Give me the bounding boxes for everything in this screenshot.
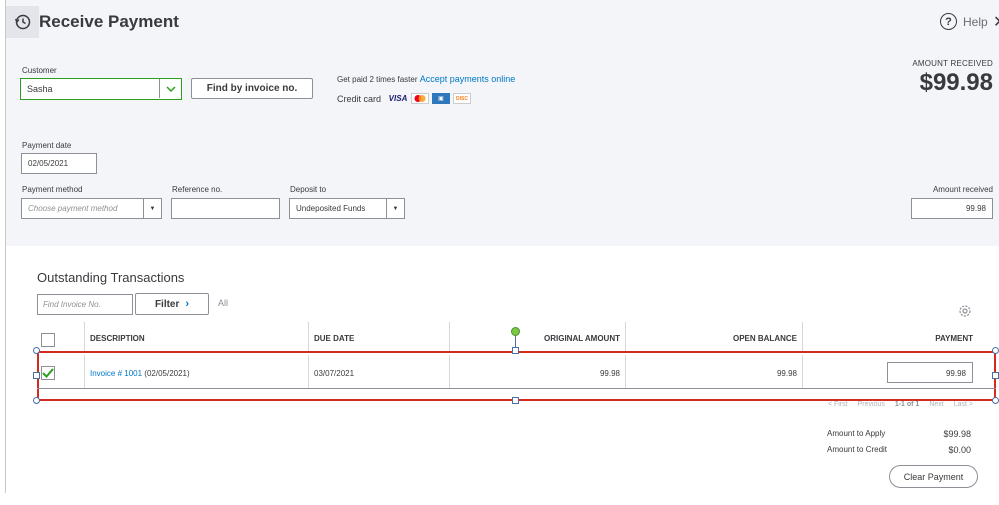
pager-first[interactable]: < First <box>828 401 848 408</box>
payment-date-label: Payment date <box>22 141 72 150</box>
customer-value: Sasha <box>27 84 53 94</box>
column-divider <box>84 322 85 353</box>
resize-handle[interactable] <box>992 397 999 404</box>
mastercard-icon <box>411 93 430 104</box>
credit-card-label: Credit card <box>337 93 382 104</box>
table-row-description: Invoice # 1001 (02/05/2021) <box>90 369 190 378</box>
promo-label: Get paid 2 times faster <box>337 75 418 84</box>
deposit-to-value: Undeposited Funds <box>296 204 366 213</box>
column-divider <box>802 355 803 389</box>
pagination: < First Previous 1-1 of 1 Next Last > <box>828 401 973 408</box>
amount-received-field[interactable]: 99.98 <box>911 198 993 219</box>
column-divider <box>449 355 450 389</box>
rotate-handle[interactable] <box>511 327 520 336</box>
filter-label: Filter <box>154 298 180 310</box>
table-row-due-date: 03/07/2021 <box>314 369 355 378</box>
discover-icon: DISC <box>453 93 472 104</box>
clear-payment-button[interactable]: Clear Payment <box>889 465 978 488</box>
amount-to-credit-value: $0.00 <box>948 445 971 455</box>
payment-method-label: Payment method <box>22 185 83 194</box>
amount-to-credit-label: Amount to Credit <box>827 445 888 454</box>
help-button[interactable]: ? Help <box>940 13 988 30</box>
deposit-to-select[interactable]: Undeposited Funds ▼ <box>289 198 405 219</box>
help-icon: ? <box>940 13 957 30</box>
customer-label: Customer <box>22 66 57 75</box>
reference-no-label: Reference no. <box>172 185 223 194</box>
find-invoice-placeholder: Find Invoice No. <box>43 300 101 309</box>
pager-previous[interactable]: Previous <box>858 401 885 408</box>
resize-handle[interactable] <box>33 372 40 379</box>
visa-icon: VISA <box>388 94 408 103</box>
checkmark-icon <box>42 368 54 378</box>
column-divider <box>802 322 803 353</box>
close-icon[interactable]: ✕ <box>993 12 999 32</box>
pager-last[interactable]: Last > <box>954 401 973 408</box>
amount-received-label: AMOUNT RECEIVED <box>912 59 993 68</box>
amex-icon: ▣ <box>432 93 451 104</box>
outstanding-transactions-title: Outstanding Transactions <box>37 270 185 285</box>
accept-payments-link[interactable]: Accept payments online <box>420 74 516 84</box>
reference-no-field[interactable] <box>171 198 280 219</box>
find-invoice-input[interactable]: Find Invoice No. <box>37 294 133 315</box>
row-checkbox[interactable] <box>41 366 55 380</box>
resize-handle[interactable] <box>512 397 519 404</box>
amount-received-field-label: Amount received <box>932 185 993 194</box>
filter-all-label: All <box>218 298 229 308</box>
filter-button[interactable]: Filter › <box>135 293 209 315</box>
resize-handle[interactable] <box>992 347 999 354</box>
payment-amount-input[interactable]: 99.98 <box>887 362 973 383</box>
caret-down-icon[interactable]: ▼ <box>386 199 404 218</box>
amount-received-total: $99.98 <box>919 69 993 96</box>
payment-amount-value: 99.98 <box>945 369 966 378</box>
divider <box>5 0 6 493</box>
chevron-down-icon[interactable] <box>159 79 181 98</box>
customer-select[interactable]: Sasha <box>20 78 182 100</box>
promo-text: Get paid 2 times faster Accept payments … <box>337 74 515 84</box>
amount-received-field-value: 99.98 <box>965 204 986 213</box>
resize-handle[interactable] <box>33 397 40 404</box>
invoice-date: (02/05/2021) <box>144 369 190 378</box>
amount-to-apply-value: $99.98 <box>943 429 971 439</box>
column-divider <box>449 322 450 353</box>
resize-handle[interactable] <box>33 347 40 354</box>
amount-to-apply-label: Amount to Apply <box>827 429 886 438</box>
invoice-link[interactable]: Invoice # 1001 <box>90 369 142 378</box>
pager-range: 1-1 of 1 <box>894 401 920 408</box>
pager-next[interactable]: Next <box>929 401 943 408</box>
table-row-open-balance: 99.98 <box>776 369 797 378</box>
payment-method-placeholder: Choose payment method <box>28 204 118 213</box>
deposit-to-label: Deposit to <box>290 185 327 194</box>
column-divider <box>84 355 85 389</box>
find-by-invoice-button[interactable]: Find by invoice no. <box>191 78 313 99</box>
table-row-original-amount: 99.98 <box>599 369 620 378</box>
history-button[interactable] <box>6 6 39 38</box>
payment-date-field[interactable]: 02/05/2021 <box>21 153 97 174</box>
row-divider <box>37 388 996 389</box>
column-divider <box>625 355 626 389</box>
chevron-right-icon: › <box>185 298 190 310</box>
history-clock-icon <box>14 14 30 30</box>
select-all-checkbox[interactable] <box>41 333 55 347</box>
resize-handle[interactable] <box>512 347 519 354</box>
column-divider <box>308 322 309 353</box>
credit-card-row: Credit card VISA ▣ DISC <box>337 93 472 104</box>
gear-icon[interactable] <box>957 303 973 319</box>
payment-date-value: 02/05/2021 <box>28 159 69 168</box>
column-divider <box>308 355 309 389</box>
payment-method-select[interactable]: Choose payment method ▼ <box>21 198 162 219</box>
page-title: Receive Payment <box>39 12 179 31</box>
column-divider <box>625 322 626 353</box>
resize-handle[interactable] <box>992 372 999 379</box>
caret-down-icon[interactable]: ▼ <box>143 199 161 218</box>
help-label: Help <box>963 14 988 29</box>
